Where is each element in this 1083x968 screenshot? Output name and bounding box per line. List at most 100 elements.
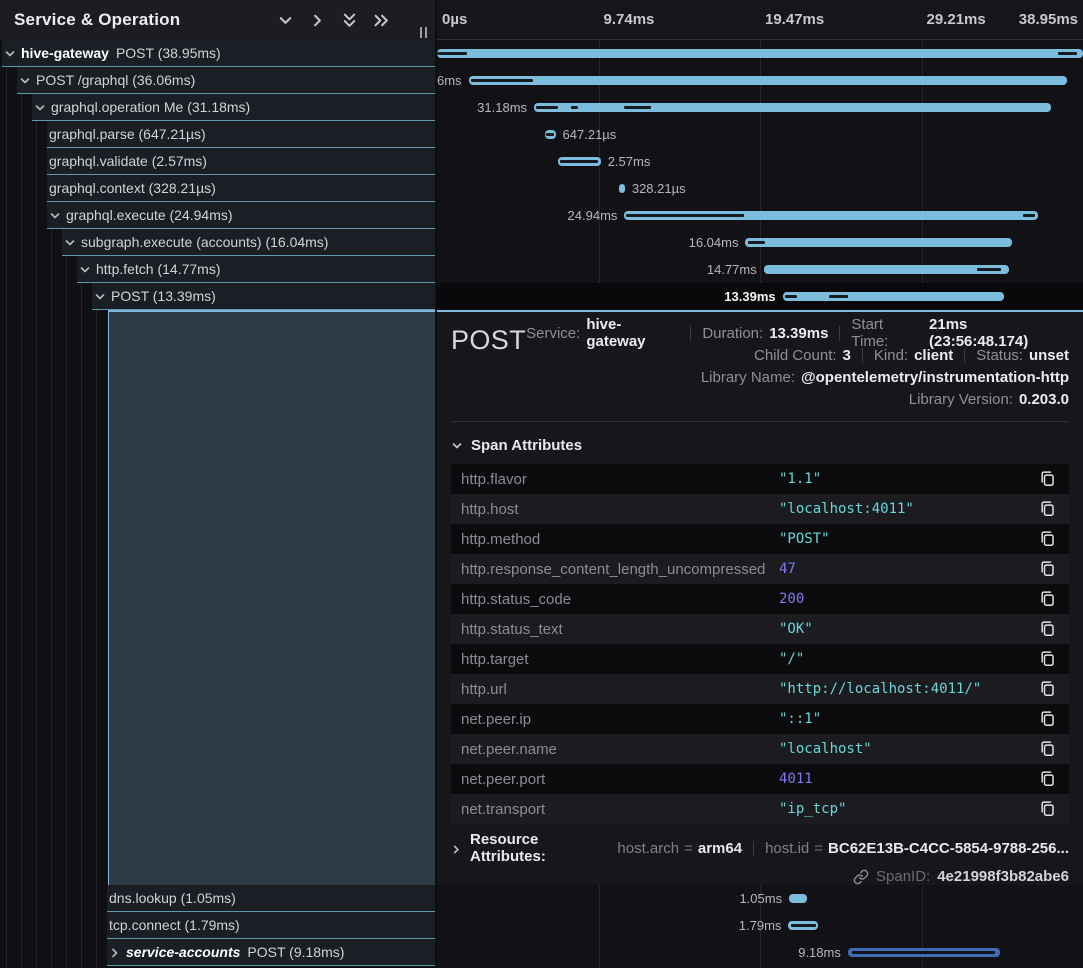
resource-attribute: host.arch=arm64 xyxy=(617,840,742,857)
link-icon[interactable] xyxy=(853,869,869,885)
attr-value: "/" xyxy=(779,651,1039,667)
resource-attributes-toggle[interactable]: Resource Attributes: host.arch=arm64host… xyxy=(451,837,1069,859)
operation-label: POST (9.18ms) xyxy=(247,944,344,960)
meta-separator xyxy=(839,326,840,341)
chevron-down-icon[interactable] xyxy=(49,209,61,221)
expand-all-icon[interactable] xyxy=(372,11,391,30)
tree-row[interactable]: graphql.parse (647.21µs) xyxy=(47,121,435,148)
attr-row[interactable]: http.target"/" xyxy=(451,644,1069,674)
tree-row[interactable]: dns.lookup (1.05ms) xyxy=(107,885,435,912)
span-attributes-toggle[interactable]: Span Attributes xyxy=(451,434,1069,456)
copy-button[interactable] xyxy=(1039,800,1059,818)
copy-button[interactable] xyxy=(1039,770,1059,788)
attr-key: http.host xyxy=(461,501,779,518)
duration-label: 36.06ms xyxy=(437,73,462,88)
copy-button[interactable] xyxy=(1039,590,1059,608)
copy-button[interactable] xyxy=(1039,680,1059,698)
timeline-tick: 19.47ms xyxy=(765,11,824,28)
chevron-down-icon[interactable] xyxy=(64,236,76,248)
attr-row[interactable]: net.transport"ip_tcp" xyxy=(451,794,1069,824)
attr-value: "ip_tcp" xyxy=(779,801,1039,817)
span-id-value: 4e21998f3b82abe6 xyxy=(937,868,1069,885)
chevron-down-icon[interactable] xyxy=(19,74,31,86)
panel-resize-handle[interactable] xyxy=(420,27,427,38)
collapse-one-icon[interactable] xyxy=(276,11,295,30)
span-bar[interactable] xyxy=(788,921,818,930)
chevron-down-icon[interactable] xyxy=(34,101,46,113)
attr-key: net.peer.name xyxy=(461,741,779,758)
tree-row[interactable]: tcp.connect (1.79ms) xyxy=(107,912,435,939)
span-bar[interactable] xyxy=(624,211,1037,220)
tree-row[interactable]: graphql.execute (24.94ms) xyxy=(47,202,435,229)
chevron-down-icon[interactable] xyxy=(4,47,16,59)
chevron-right-icon[interactable] xyxy=(109,946,121,958)
operation-label: graphql.context (328.21µs) xyxy=(49,180,216,196)
copy-button[interactable] xyxy=(1039,560,1059,578)
copy-button[interactable] xyxy=(1039,500,1059,518)
attr-row[interactable]: http.host"localhost:4011" xyxy=(451,494,1069,524)
span-bar[interactable] xyxy=(848,948,1000,957)
resource-attributes-preview: host.arch=arm64host.id=BC62E13B-C4CC-585… xyxy=(605,840,1069,857)
copy-button[interactable] xyxy=(1039,620,1059,638)
tree-row[interactable]: subgraph.execute (accounts) (16.04ms) xyxy=(62,229,435,256)
meta-value: 3 xyxy=(843,347,851,364)
attr-row[interactable]: http.status_text"OK" xyxy=(451,614,1069,644)
attr-row[interactable]: net.peer.name"localhost" xyxy=(451,734,1069,764)
tree-row[interactable]: service-accountsPOST (9.18ms) xyxy=(107,939,435,966)
tree-row[interactable]: POST /graphql (36.06ms) xyxy=(17,67,435,94)
copy-button[interactable] xyxy=(1039,650,1059,668)
span-bar[interactable] xyxy=(789,894,806,903)
attr-row[interactable]: http.flavor"1.1" xyxy=(451,464,1069,494)
timeline-row: 14.77ms xyxy=(437,256,1083,283)
timeline-row: 1.05ms xyxy=(437,885,1083,912)
expand-one-icon[interactable] xyxy=(308,11,327,30)
span-bar[interactable] xyxy=(558,157,601,166)
span-attributes-title: Span Attributes xyxy=(471,437,582,454)
chevron-down-icon[interactable] xyxy=(79,263,91,275)
tree-row[interactable]: graphql.context (328.21µs) xyxy=(47,175,435,202)
timeline-row: 647.21µs xyxy=(437,121,1083,148)
copy-button[interactable] xyxy=(1039,530,1059,548)
attr-row[interactable]: http.status_code200 xyxy=(451,584,1069,614)
tree-row[interactable]: http.fetch (14.77ms) xyxy=(77,256,435,283)
tree-row[interactable]: graphql.validate (2.57ms) xyxy=(47,148,435,175)
timeline-row: 24.94ms xyxy=(437,202,1083,229)
attr-row[interactable]: http.response_content_length_uncompresse… xyxy=(451,554,1069,584)
attr-row[interactable]: net.peer.port4011 xyxy=(451,764,1069,794)
attr-key: http.status_code xyxy=(461,591,779,608)
copy-button[interactable] xyxy=(1039,470,1059,488)
span-bar-child-mark xyxy=(791,924,816,927)
span-bar[interactable] xyxy=(745,238,1011,247)
meta-value: 0.203.0 xyxy=(1019,391,1069,408)
collapse-all-icon[interactable] xyxy=(340,11,359,30)
span-bar-child-mark xyxy=(785,295,797,298)
chevron-down-icon xyxy=(451,439,463,451)
span-bar[interactable] xyxy=(534,103,1051,112)
span-bar[interactable] xyxy=(469,76,1067,85)
attr-value: 4011 xyxy=(779,771,1039,787)
tree-row[interactable]: graphql.operation Me (31.18ms) xyxy=(32,94,435,121)
attr-row[interactable]: http.url"http://localhost:4011/" xyxy=(451,674,1069,704)
resource-equals: = xyxy=(684,840,693,857)
span-detail-panel: POST Service:hive-gatewayDuration:13.39m… xyxy=(437,310,1083,885)
attr-row[interactable]: http.method"POST" xyxy=(451,524,1069,554)
copy-button[interactable] xyxy=(1039,710,1059,728)
meta-value: hive-gateway xyxy=(586,316,679,350)
copy-button[interactable] xyxy=(1039,740,1059,758)
duration-label: 31.18ms xyxy=(477,100,527,115)
attr-row[interactable]: net.peer.ip"::1" xyxy=(451,704,1069,734)
span-bar[interactable] xyxy=(437,49,1083,58)
timeline-tick: 9.74ms xyxy=(604,11,655,28)
tree-row[interactable]: hive-gatewayPOST (38.95ms) xyxy=(2,40,435,67)
span-bar[interactable] xyxy=(783,292,1004,301)
tree-row[interactable]: POST (13.39ms) xyxy=(92,283,435,310)
span-meta-line: Library Name:@opentelemetry/instrumentat… xyxy=(701,366,1069,388)
operation-label: POST (13.39ms) xyxy=(111,288,216,304)
span-bar[interactable] xyxy=(619,184,624,193)
span-bar[interactable] xyxy=(764,265,1009,274)
attr-value: "::1" xyxy=(779,711,1039,727)
attr-key: http.flavor xyxy=(461,471,779,488)
span-bar[interactable] xyxy=(545,130,556,139)
operation-label: graphql.execute (24.94ms) xyxy=(66,207,233,223)
chevron-down-icon[interactable] xyxy=(94,290,106,302)
